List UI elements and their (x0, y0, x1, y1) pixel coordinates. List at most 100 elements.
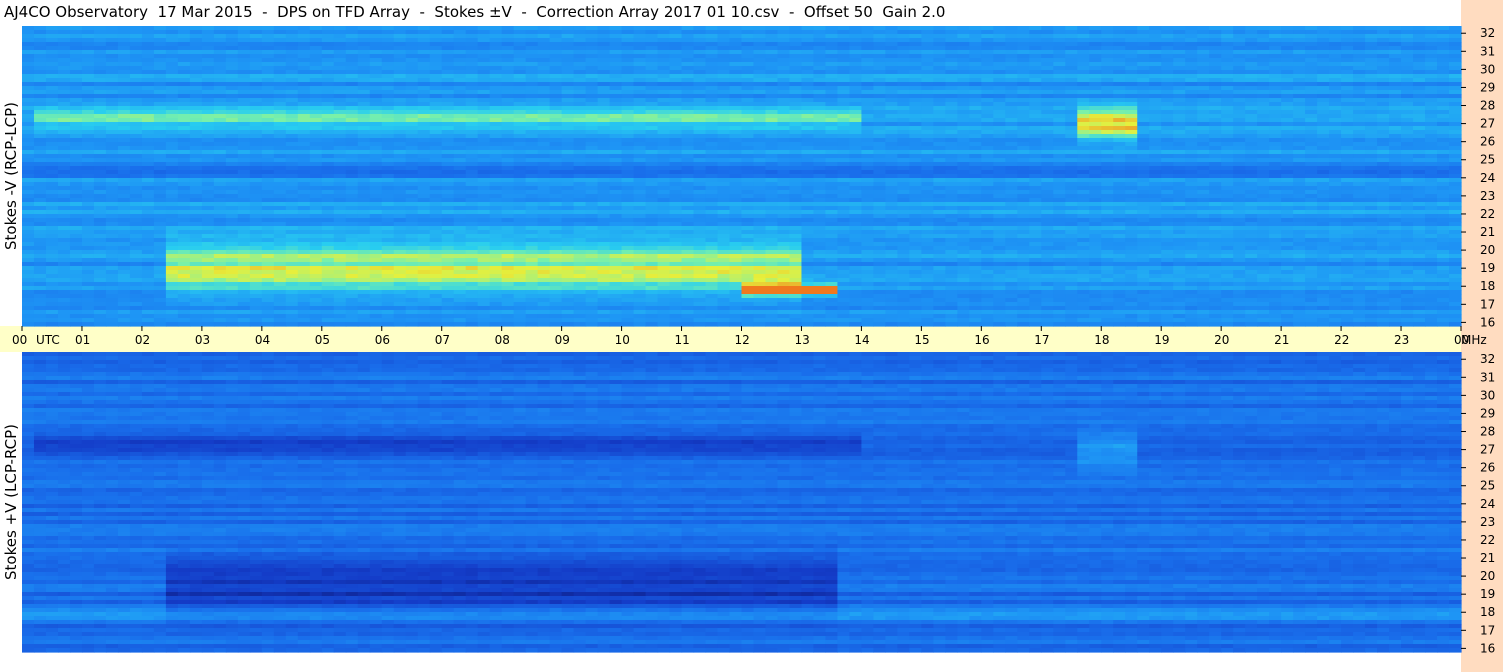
heatmap-cell (334, 162, 347, 167)
heatmap-cell (1389, 70, 1402, 75)
heatmap-cell (718, 130, 731, 135)
heatmap-cell (154, 162, 167, 167)
heatmap-cell (1341, 182, 1354, 187)
heatmap-cell (646, 34, 659, 39)
heatmap-cell (981, 182, 994, 187)
heatmap-cell (574, 34, 587, 39)
heatmap-cell (478, 174, 491, 179)
heatmap-cell (574, 190, 587, 195)
heatmap-cell (1317, 154, 1330, 159)
heatmap-cell (502, 162, 515, 167)
heatmap-cell (945, 122, 958, 127)
heatmap-cell (1125, 170, 1138, 175)
heatmap-cell (777, 82, 790, 87)
heatmap-cell (765, 118, 778, 123)
heatmap-cell (1077, 126, 1090, 131)
heatmap-cell (718, 146, 731, 151)
heatmap-cell (46, 50, 59, 55)
heatmap-cell (1161, 94, 1174, 99)
heatmap-cell (466, 130, 479, 135)
heatmap-cell (550, 94, 563, 99)
heatmap-cell (214, 86, 227, 91)
heatmap-cell (885, 66, 898, 71)
heatmap-cell (825, 158, 838, 163)
heatmap-cell (418, 190, 431, 195)
heatmap-cell (46, 58, 59, 63)
heatmap-cell (298, 94, 311, 99)
heatmap-cell (130, 82, 143, 87)
heatmap-cell (1221, 142, 1234, 147)
heatmap-cell (598, 46, 611, 51)
heatmap-cell (274, 138, 287, 143)
heatmap-cell (1173, 30, 1186, 35)
heatmap-cell (1245, 182, 1258, 187)
heatmap-cell (478, 78, 491, 83)
heatmap-cell (825, 146, 838, 151)
heatmap-cell (442, 138, 455, 143)
heatmap-cell (610, 142, 623, 147)
heatmap-cell (1065, 58, 1078, 63)
heatmap-cell (538, 54, 551, 59)
heatmap-cell (1089, 114, 1102, 119)
heatmap-cell (1329, 142, 1342, 147)
heatmap-cell (1353, 98, 1366, 103)
heatmap-cell (1029, 50, 1042, 55)
heatmap-cell (502, 78, 515, 83)
heatmap-cell (226, 86, 239, 91)
heatmap-cell (178, 34, 191, 39)
heatmap-cell (454, 150, 467, 155)
heatmap-cell (1257, 146, 1270, 151)
heatmap-cell (1353, 126, 1366, 131)
heatmap-cell (813, 142, 826, 147)
heatmap-cell (1425, 34, 1438, 39)
heatmap-cell (250, 86, 263, 91)
heatmap-cell (430, 186, 443, 191)
heatmap-cell (94, 74, 107, 79)
heatmap-cell (1041, 26, 1054, 31)
heatmap-cell (514, 154, 527, 159)
heatmap-cell (82, 178, 95, 183)
heatmap-cell (765, 162, 778, 167)
heatmap-cell (1077, 26, 1090, 31)
heatmap-cell (1017, 126, 1030, 131)
heatmap-cell (1449, 50, 1462, 55)
heatmap-cell (1197, 46, 1210, 51)
heatmap-cell (262, 30, 275, 35)
heatmap-cell (969, 142, 982, 147)
heatmap-cell (214, 174, 227, 179)
heatmap-cell (1329, 62, 1342, 67)
heatmap-cell (346, 134, 359, 139)
heatmap-cell (1125, 114, 1138, 119)
heatmap-cell (742, 38, 755, 43)
heatmap-cell (777, 74, 790, 79)
heatmap-cell (1101, 122, 1114, 127)
heatmap-cell (873, 78, 886, 83)
heatmap-cell (418, 34, 431, 39)
heatmap-cell (742, 130, 755, 135)
heatmap-cell (777, 50, 790, 55)
heatmap-cell (46, 46, 59, 51)
heatmap-cell (1281, 122, 1294, 127)
heatmap-cell (861, 110, 874, 115)
heatmap-cell (442, 42, 455, 47)
heatmap-cell (1101, 158, 1114, 163)
heatmap-cell (586, 50, 599, 55)
heatmap-cell (634, 78, 647, 83)
heatmap-cell (322, 182, 335, 187)
heatmap-cell (1041, 90, 1054, 95)
heatmap-cell (70, 34, 83, 39)
heatmap-cell (789, 90, 802, 95)
heatmap-cell (957, 50, 970, 55)
heatmap-cell (550, 122, 563, 127)
heatmap-cell (466, 78, 479, 83)
heatmap-cell (682, 170, 695, 175)
heatmap-cell (406, 78, 419, 83)
heatmap-cell (238, 114, 251, 119)
heatmap-cell (1029, 46, 1042, 51)
heatmap-cell (1149, 170, 1162, 175)
heatmap-cell (849, 146, 862, 151)
heatmap-cell (909, 78, 922, 83)
heatmap-cell (1053, 86, 1066, 91)
heatmap-cell (1305, 34, 1318, 39)
heatmap-cell (1389, 30, 1402, 35)
